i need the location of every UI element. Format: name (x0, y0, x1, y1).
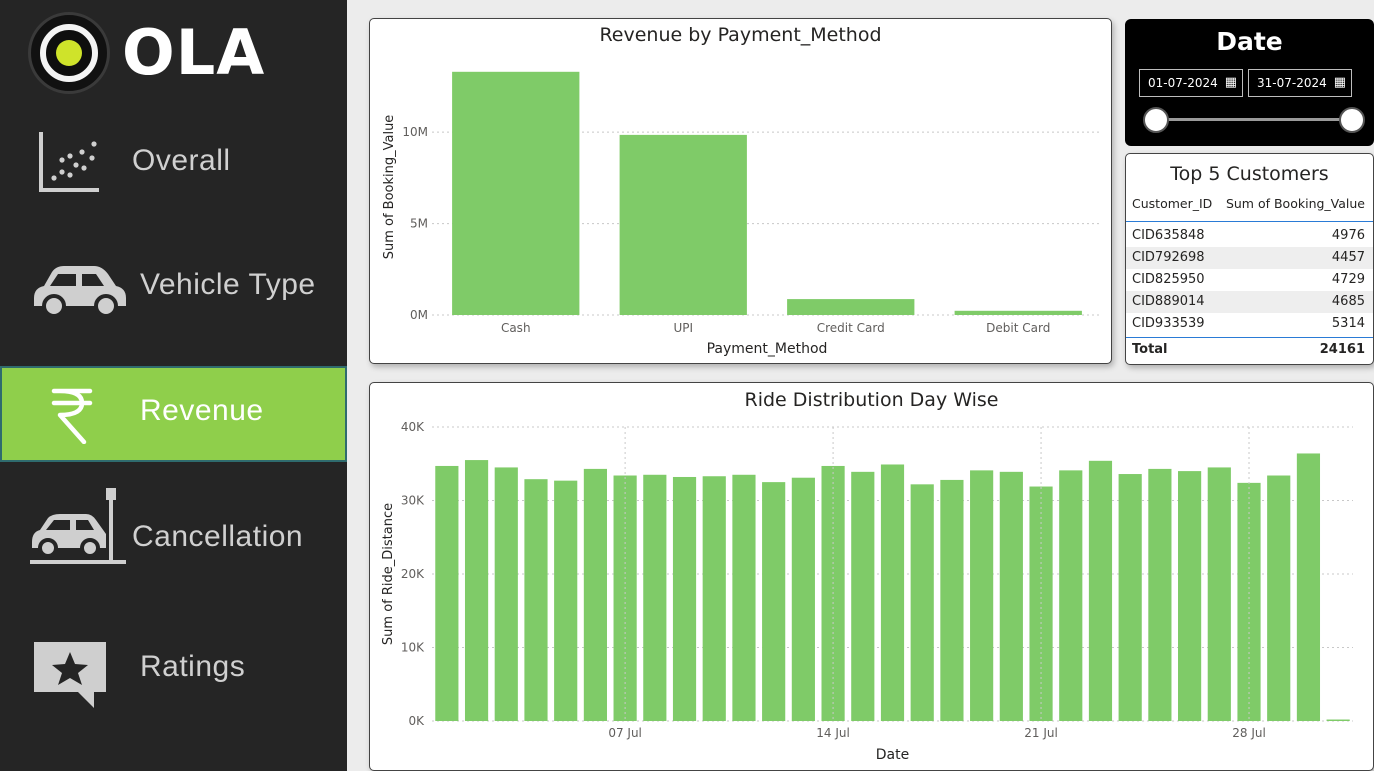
y-axis-label: Sum of Ride_Distance (381, 503, 396, 645)
bar-2024-07-06 (583, 468, 607, 721)
x-tick-label: 07 Jul (608, 726, 642, 740)
table-row: CID792698 4457 (1126, 247, 1373, 269)
revenue-chart-svg: 0M 5M 10M Cash UPI Credit Card Debit Card Payme… (382, 71, 1102, 357)
bar-2024-07-16 (880, 464, 905, 721)
bar-2024-07-26 (1178, 471, 1202, 721)
y-tick-label: 20K (401, 567, 425, 581)
slider-start-handle[interactable] (1143, 107, 1169, 133)
revenue-by-payment-chart: Revenue by Payment_Method 0M 5M 10M Cash UPI… (369, 18, 1112, 364)
bar-2024-07-01 (435, 465, 459, 721)
bar-2024-07-03 (494, 467, 518, 721)
column-header-booking-value[interactable]: Sum of Booking_Value (1226, 196, 1365, 211)
table-row: CID635848 4976 (1132, 228, 1365, 243)
ride-chart-svg: 0K 10K 20K 30K 40K 07 Jul 14 Jul 21 Jul 28 Jul Da… (381, 420, 1353, 763)
rupee-icon (51, 388, 93, 444)
date-filter-title: Date (1216, 27, 1283, 56)
nav-label-ratings: Ratings (140, 650, 246, 683)
calendar-icon[interactable]: ▦ (1334, 70, 1346, 96)
y-tick-label: 10M (402, 125, 428, 139)
bar-upi (619, 134, 747, 315)
sidebar: OLA Overall Vehicle Type Revenue Cancell… (0, 0, 347, 771)
bar-2024-07-29 (1267, 475, 1291, 721)
x-tick-label: UPI (673, 321, 693, 335)
nav-item-revenue[interactable]: Revenue (0, 366, 347, 462)
end-date-input[interactable]: 31-07-2024 ▦ (1248, 69, 1352, 97)
bar-2024-07-23 (1088, 460, 1113, 721)
bar-2024-07-19 (970, 470, 994, 721)
bar-2024-07-31 (1326, 719, 1350, 721)
bar-2024-07-04 (524, 479, 548, 721)
y-axis-label: Sum of Booking_Value (382, 115, 397, 260)
scatter-chart-icon (39, 132, 99, 192)
nav-item-overall[interactable]: Overall (0, 114, 347, 210)
bar-2024-07-05 (554, 480, 578, 721)
bar-2024-07-10 (702, 476, 726, 721)
nav-item-ratings[interactable]: Ratings (0, 620, 347, 716)
slider-end-handle[interactable] (1339, 107, 1365, 133)
y-tick-label: 0M (410, 308, 428, 322)
bar-2024-07-12 (762, 482, 786, 721)
top-customers-title: Top 5 Customers (1170, 163, 1329, 185)
x-tick-label: Credit Card (817, 321, 885, 335)
x-axis-label: Payment_Method (707, 341, 828, 357)
nav-label-revenue: Revenue (140, 394, 264, 427)
x-axis-label: Date (876, 747, 909, 763)
x-tick-label: Cash (501, 321, 531, 335)
car-crash-icon (30, 488, 126, 564)
end-date-value: 31-07-2024 (1257, 76, 1327, 90)
logo-emblem-icon (28, 12, 110, 94)
nav-label-vehicle-type: Vehicle Type (140, 268, 316, 301)
bar-2024-07-08 (643, 474, 667, 721)
date-range-slider[interactable] (1155, 118, 1351, 121)
nav-item-vehicle-type[interactable]: Vehicle Type (0, 238, 347, 334)
bar-2024-07-13 (791, 477, 815, 721)
bar-2024-07-17 (910, 484, 934, 721)
column-header-customer-id[interactable]: Customer_ID (1132, 196, 1212, 211)
start-date-input[interactable]: 01-07-2024 ▦ (1139, 69, 1243, 97)
star-chat-icon (34, 642, 106, 708)
x-tick-label: 14 Jul (816, 726, 850, 740)
bar-2024-07-02 (464, 460, 489, 721)
logo-text: OLA (122, 16, 266, 89)
table-row: CID889014 4685 (1126, 291, 1373, 313)
date-filter: Date 01-07-2024 ▦ 31-07-2024 ▦ (1125, 19, 1374, 146)
y-tick-label: 40K (401, 420, 425, 434)
x-tick-label: 21 Jul (1024, 726, 1058, 740)
bar-2024-07-18 (940, 479, 964, 721)
bar-2024-07-24 (1118, 474, 1142, 721)
car-icon (34, 266, 126, 318)
bar-2024-07-27 (1207, 467, 1231, 721)
bar-2024-07-25 (1148, 468, 1172, 721)
bar-cash (452, 71, 580, 315)
bar-2024-07-20 (999, 471, 1023, 721)
table-total-row: Total 24161 (1126, 337, 1373, 359)
nav-item-cancellation[interactable]: Cancellation (0, 484, 347, 580)
x-tick-label: Debit Card (986, 321, 1050, 335)
table-row: CID825950 4729 (1132, 272, 1365, 287)
y-tick-label: 0K (408, 714, 425, 728)
ride-distribution-chart: Ride Distribution Day Wise 0K 10K 20K 30K 40… (369, 382, 1374, 771)
y-tick-label: 10K (401, 641, 425, 655)
bar-2024-07-11 (732, 474, 756, 721)
y-tick-label: 30K (401, 494, 425, 508)
table-row: CID933539 5314 (1132, 316, 1365, 331)
top-customers-table: Top 5 Customers Customer_ID Sum of Booki… (1125, 153, 1374, 365)
bar-2024-07-30 (1296, 453, 1321, 721)
calendar-icon[interactable]: ▦ (1225, 70, 1237, 96)
start-date-value: 01-07-2024 (1148, 76, 1218, 90)
nav-label-cancellation: Cancellation (132, 520, 304, 553)
ola-logo: OLA (28, 12, 278, 98)
nav-label-overall: Overall (132, 144, 231, 177)
bar-2024-07-09 (672, 476, 697, 721)
bar-credit-card (787, 299, 915, 315)
x-tick-label: 28 Jul (1232, 726, 1266, 740)
bar-2024-07-15 (851, 471, 875, 721)
y-tick-label: 5M (410, 217, 428, 231)
bar-debit-card (954, 310, 1082, 315)
bar-2024-07-22 (1059, 470, 1083, 721)
